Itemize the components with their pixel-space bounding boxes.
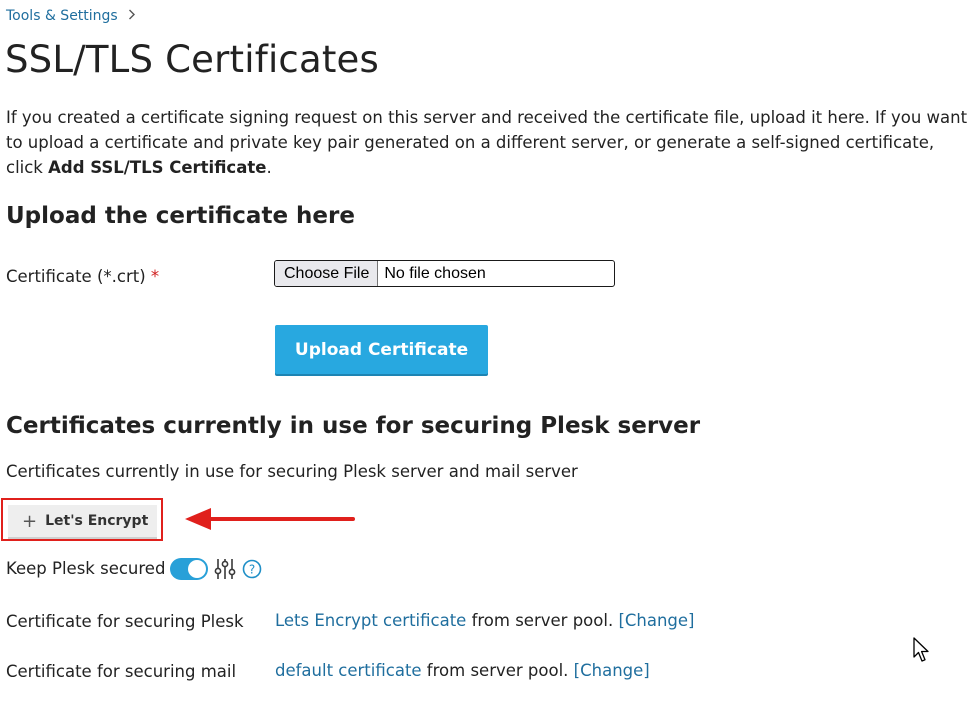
lets-encrypt-label: Let's Encrypt	[45, 513, 149, 529]
mouse-cursor-icon	[913, 637, 931, 667]
mail-certificate-suffix: from server pool.	[421, 661, 574, 680]
mail-certificate-link[interactable]: default certificate	[275, 661, 422, 680]
toggle-knob	[188, 560, 206, 578]
intro-text-bold: Add SSL/TLS Certificate	[48, 158, 267, 177]
mail-certificate-value: default certificate from server pool. [C…	[275, 660, 650, 682]
certificate-file-input[interactable]: Choose File No file chosen	[274, 260, 615, 287]
keep-plesk-secured-label: Keep Plesk secured	[6, 559, 166, 578]
required-mark: *	[150, 267, 160, 286]
page-title: SSL/TLS Certificates	[5, 38, 379, 81]
lets-encrypt-button[interactable]: + Let's Encrypt	[8, 505, 157, 539]
intro-text: If you created a certificate signing req…	[6, 105, 968, 180]
plesk-certificate-value: Lets Encrypt certificate from server poo…	[275, 610, 694, 632]
current-certificates-heading: Certificates currently in use for securi…	[6, 413, 701, 439]
current-certificates-subtext: Certificates currently in use for securi…	[6, 462, 578, 481]
plus-icon: +	[22, 510, 38, 532]
annotation-arrow-icon	[183, 505, 358, 537]
settings-sliders-icon[interactable]	[214, 557, 236, 585]
breadcrumb: Tools & Settings	[6, 6, 136, 26]
choose-file-button[interactable]: Choose File	[275, 261, 379, 286]
mail-certificate-change-link[interactable]: [Change]	[574, 661, 650, 680]
upload-certificate-button[interactable]: Upload Certificate	[275, 325, 488, 374]
breadcrumb-tools-settings[interactable]: Tools & Settings	[6, 8, 118, 24]
plesk-certificate-label: Certificate for securing Plesk	[6, 612, 244, 631]
intro-text-end: .	[266, 158, 272, 177]
chevron-right-icon	[128, 6, 136, 26]
keep-plesk-secured-toggle[interactable]	[170, 558, 208, 580]
upload-section-heading: Upload the certificate here	[6, 203, 355, 229]
certificate-field-label: Certificate (*.crt) *	[6, 266, 159, 288]
help-icon[interactable]: ?	[242, 559, 262, 583]
svg-text:?: ?	[249, 563, 255, 577]
plesk-certificate-change-link[interactable]: [Change]	[618, 611, 694, 630]
mail-certificate-label: Certificate for securing mail	[6, 662, 237, 681]
plesk-certificate-suffix: from server pool.	[466, 611, 619, 630]
file-status-text: No file chosen	[384, 264, 486, 282]
certificate-label-text: Certificate (*.crt)	[6, 267, 146, 286]
plesk-certificate-link[interactable]: Lets Encrypt certificate	[275, 611, 466, 630]
